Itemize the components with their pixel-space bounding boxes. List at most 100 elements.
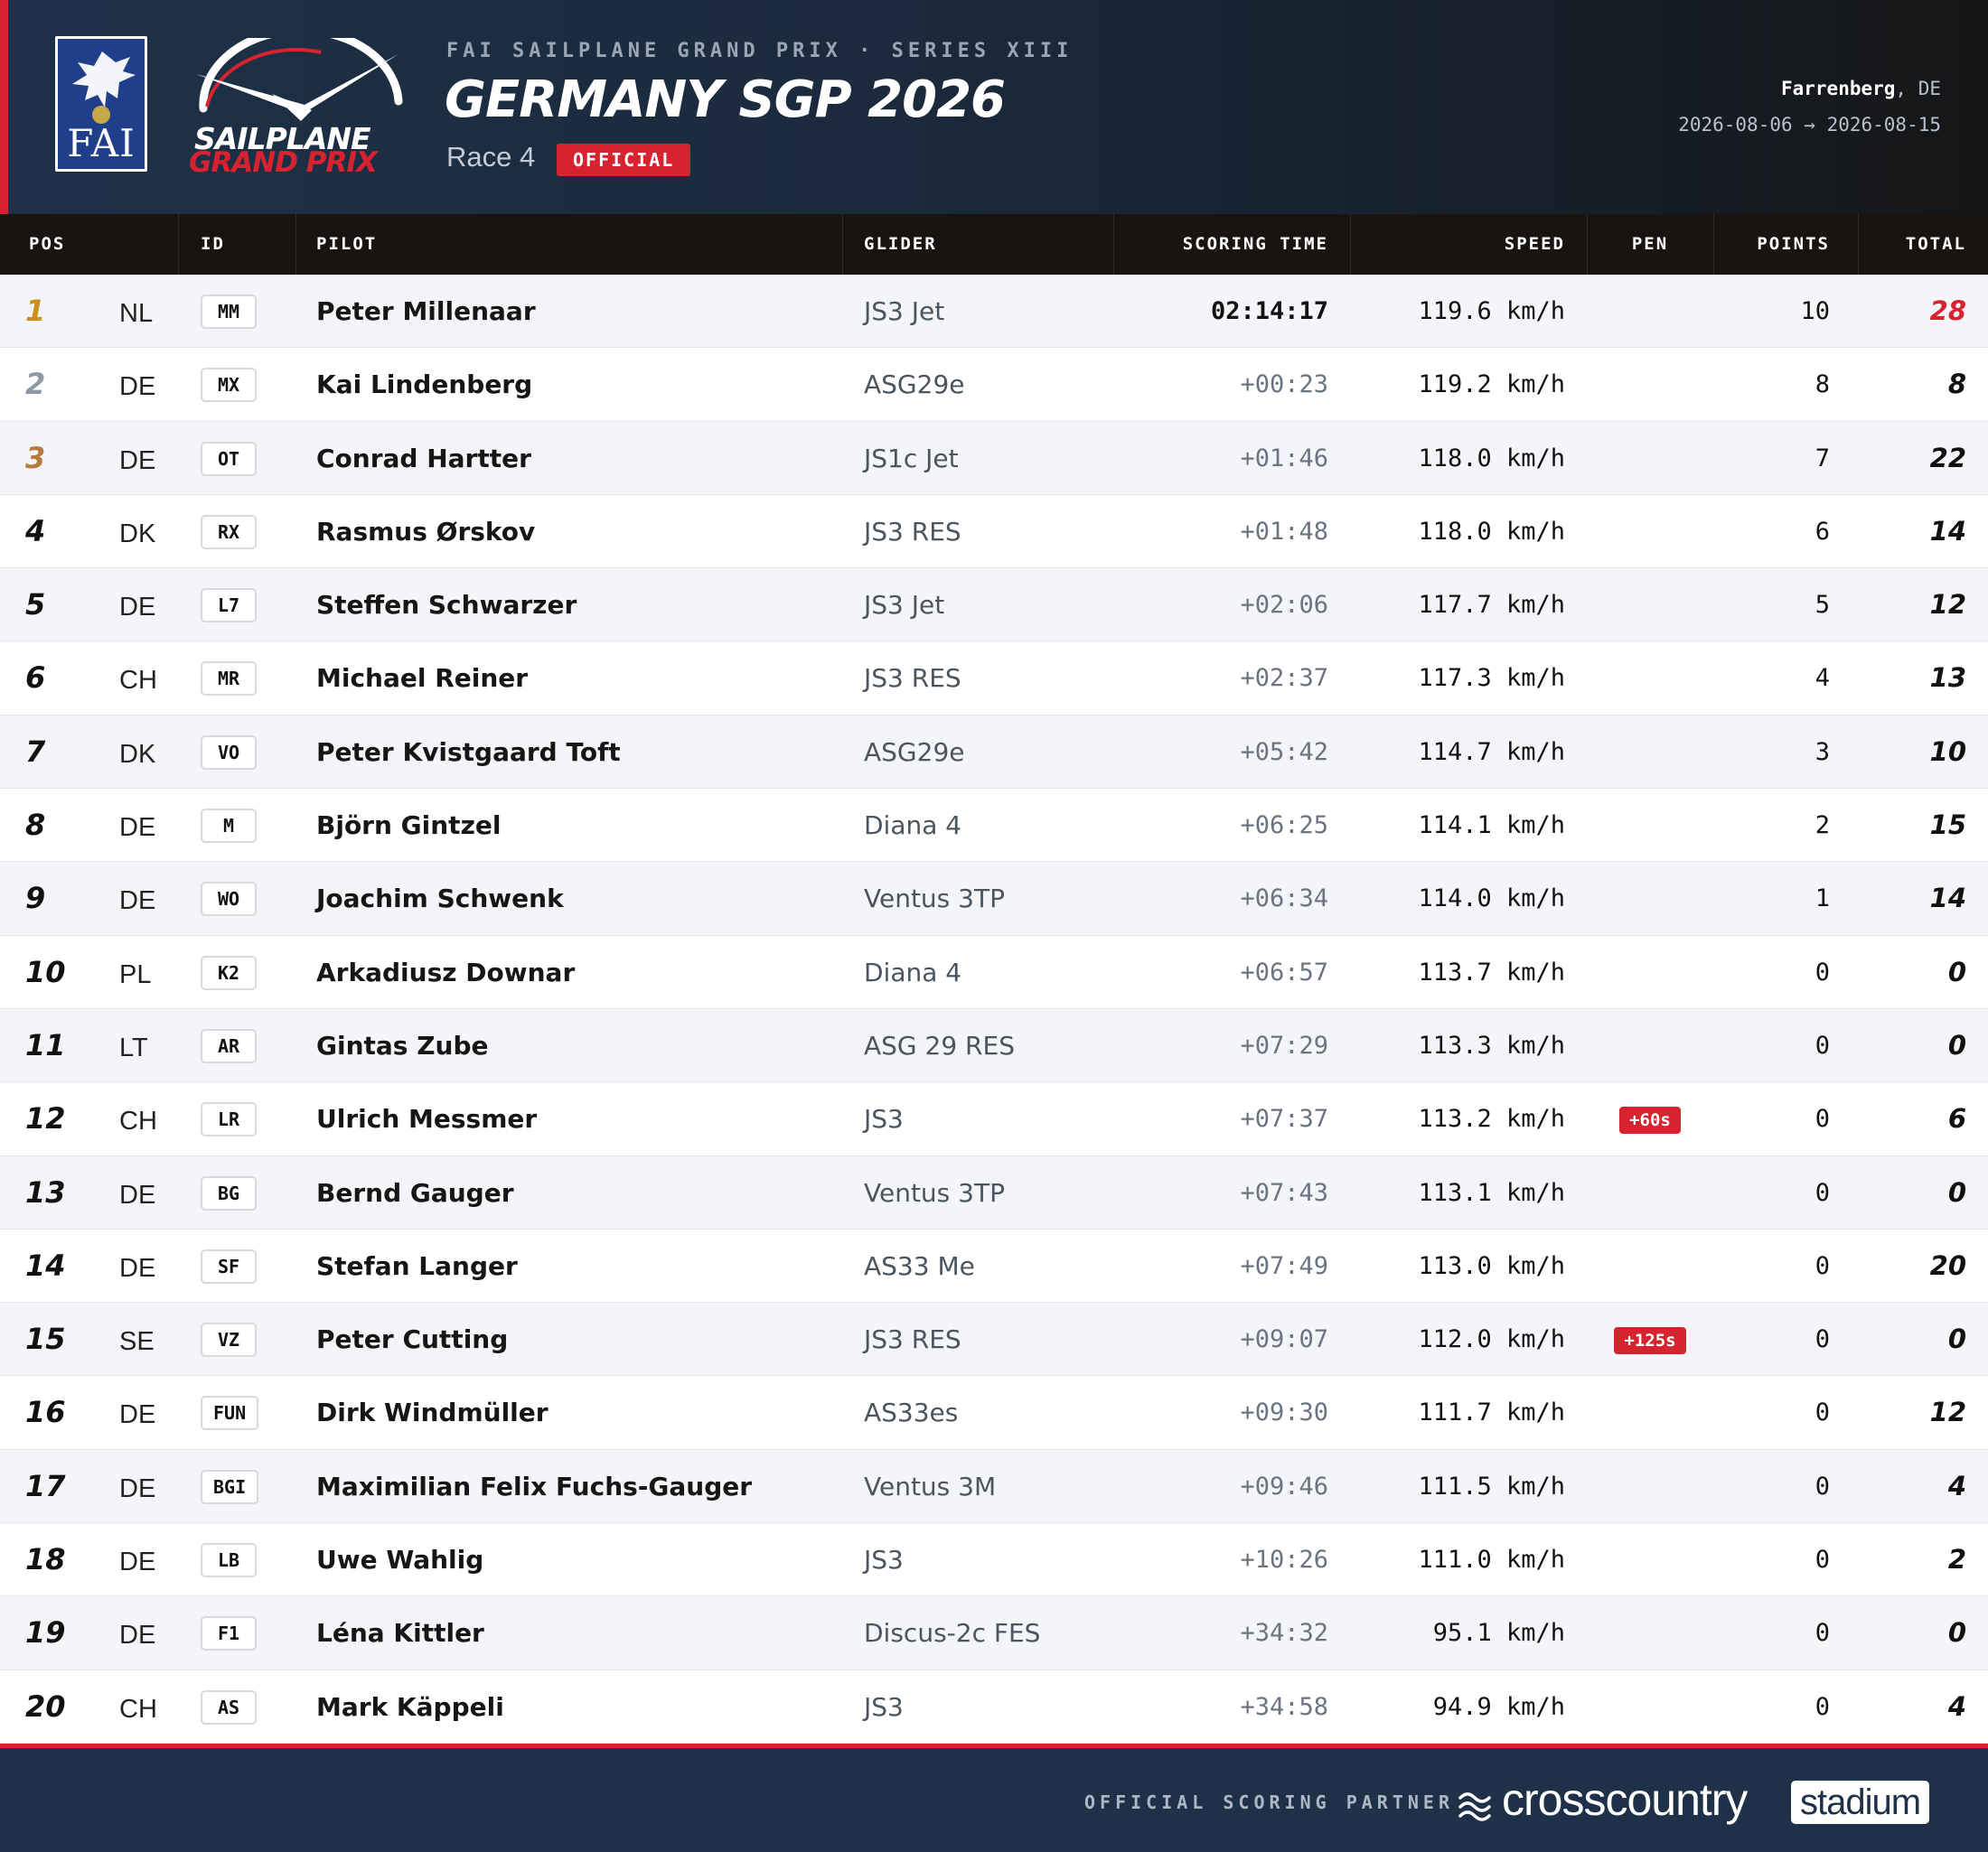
penalty-badge: +125s (1614, 1327, 1686, 1355)
position: 19 (25, 1615, 66, 1651)
table-row[interactable]: 15 SE VZ Peter Cutting JS3 RES +09:07 11… (0, 1303, 1988, 1377)
col-header-scoring-time[interactable]: SCORING TIME (1121, 214, 1328, 275)
nationality: DE (119, 593, 156, 622)
points: 0 (1815, 1472, 1830, 1501)
pilot-name[interactable]: Joachim Schwenk (316, 862, 564, 935)
position: 8 (25, 808, 46, 843)
position: 11 (25, 1027, 66, 1062)
pilot-name[interactable]: Ulrich Messmer (316, 1082, 537, 1155)
crosscountry-logo-text[interactable]: crosscountry (1502, 1773, 1748, 1826)
speed: 119.6 km/h (1418, 297, 1565, 325)
nationality: NL (119, 299, 154, 328)
competition-id-badge: MM (201, 295, 257, 329)
pilot-name[interactable]: Dirk Windmüller (316, 1376, 549, 1449)
table-row[interactable]: 14 DE SF Stefan Langer AS33 Me +07:49 11… (0, 1229, 1988, 1304)
speed: 118.0 km/h (1418, 444, 1565, 472)
speed: 114.7 km/h (1418, 737, 1565, 766)
col-header-points[interactable]: POINTS (1717, 214, 1830, 275)
competition-id: MR (201, 641, 257, 715)
pilot-name[interactable]: Rasmus Ørskov (316, 495, 535, 568)
col-header-id[interactable]: ID (201, 214, 225, 275)
scoring-time: +02:06 (1240, 591, 1328, 620)
stadium-logo-badge[interactable]: stadium (1791, 1781, 1930, 1824)
table-row[interactable]: 5 DE L7 Steffen Schwarzer JS3 Jet +02:06… (0, 568, 1988, 642)
position: 20 (25, 1688, 66, 1724)
table-row[interactable]: 6 CH MR Michael Reiner JS3 RES +02:37 11… (0, 641, 1988, 716)
col-header-pilot[interactable]: PILOT (316, 214, 377, 275)
points: 0 (1815, 958, 1830, 987)
pilot-name[interactable]: Michael Reiner (316, 641, 528, 715)
col-header-speed[interactable]: SPEED (1346, 214, 1565, 275)
status-badge: OFFICIAL (557, 144, 691, 176)
nationality: DE (119, 1253, 156, 1283)
results-table: 1 NL MM Peter Millenaar JS3 Jet 02:14:17… (0, 275, 1988, 1744)
col-divider (178, 214, 179, 275)
table-row[interactable]: 13 DE BG Bernd Gauger Ventus 3TP +07:43 … (0, 1155, 1988, 1230)
competition-id-badge: MX (201, 368, 257, 403)
table-row[interactable]: 3 DE OT Conrad Hartter JS1c Jet +01:46 1… (0, 421, 1988, 495)
speed: 112.0 km/h (1418, 1325, 1565, 1354)
position: 17 (25, 1468, 66, 1503)
speed: 111.0 km/h (1418, 1546, 1565, 1575)
table-row[interactable]: 16 DE FUN Dirk Windmüller AS33es +09:30 … (0, 1376, 1988, 1450)
table-row[interactable]: 20 CH AS Mark Käppeli JS3 +34:58 94.9 km… (0, 1670, 1988, 1744)
scoring-time: +07:29 (1240, 1031, 1328, 1060)
points: 4 (1815, 664, 1830, 693)
nationality: DE (119, 445, 156, 475)
pilot-name[interactable]: Peter Kvistgaard Toft (316, 716, 621, 789)
total-points: 2 (1947, 1544, 1966, 1576)
competition-id-badge: AS (201, 1689, 257, 1725)
scoring-time: 02:14:17 (1210, 297, 1328, 325)
scoring-time: +07:43 (1240, 1178, 1328, 1207)
table-row[interactable]: 8 DE M Björn Gintzel Diana 4 +06:25 114.… (0, 789, 1988, 863)
position: 15 (25, 1322, 66, 1357)
table-row[interactable]: 18 DE LB Uwe Wahlig JS3 +10:26 111.0 km/… (0, 1523, 1988, 1597)
table-row[interactable]: 1 NL MM Peter Millenaar JS3 Jet 02:14:17… (0, 275, 1988, 349)
penalty-badge: +60s (1619, 1107, 1681, 1135)
table-row[interactable]: 9 DE WO Joachim Schwenk Ventus 3TP +06:3… (0, 862, 1988, 936)
nationality: DE (119, 1180, 156, 1210)
table-row[interactable]: 2 DE MX Kai Lindenberg ASG29e +00:23 119… (0, 348, 1988, 422)
pilot-name[interactable]: Björn Gintzel (316, 789, 501, 862)
table-row[interactable]: 4 DK RX Rasmus Ørskov JS3 RES +01:48 118… (0, 494, 1988, 569)
pilot-name[interactable]: Uwe Wahlig (316, 1523, 483, 1596)
table-row[interactable]: 12 CH LR Ulrich Messmer JS3 +07:37 113.2… (0, 1082, 1988, 1156)
position: 12 (25, 1101, 66, 1136)
col-header-pen[interactable]: PEN (1587, 214, 1713, 275)
position: 5 (25, 587, 46, 622)
pilot-name[interactable]: Steffen Schwarzer (316, 568, 577, 641)
col-divider (1713, 214, 1714, 275)
pilot-name[interactable]: Bernd Gauger (316, 1156, 514, 1230)
nationality: CH (119, 1107, 157, 1136)
table-row[interactable]: 7 DK VO Peter Kvistgaard Toft ASG29e +05… (0, 715, 1988, 790)
pilot-name[interactable]: Peter Cutting (316, 1303, 508, 1376)
pilot-name[interactable]: Arkadiusz Downar (316, 936, 575, 1009)
total-points: 13 (1929, 662, 1966, 694)
penalty (1587, 789, 1713, 862)
venue-city: Farrenberg (1780, 78, 1896, 99)
pilot-name[interactable]: Conrad Hartter (316, 422, 531, 495)
total-points: 12 (1929, 589, 1966, 621)
speed: 117.7 km/h (1418, 591, 1565, 620)
pilot-name[interactable]: Mark Käppeli (316, 1670, 504, 1744)
pilot-name[interactable]: Maximilian Felix Fuchs-Gauger (316, 1450, 752, 1523)
pilot-name[interactable]: Léna Kittler (316, 1596, 484, 1670)
speed: 111.5 km/h (1418, 1472, 1565, 1501)
table-row[interactable]: 19 DE F1 Léna Kittler Discus-2c FES +34:… (0, 1596, 1988, 1670)
table-row[interactable]: 11 LT AR Gintas Zube ASG 29 RES +07:29 1… (0, 1008, 1988, 1083)
col-header-glider[interactable]: GLIDER (864, 214, 937, 275)
penalty (1587, 495, 1713, 568)
position: 4 (25, 513, 46, 548)
pilot-name[interactable]: Gintas Zube (316, 1009, 488, 1082)
competition-id: MX (201, 348, 257, 421)
table-row[interactable]: 17 DE BGI Maximilian Felix Fuchs-Gauger … (0, 1449, 1988, 1524)
glider-type: Diana 4 (864, 957, 962, 987)
col-header-pos[interactable]: POS (29, 214, 65, 275)
pilot-name[interactable]: Stefan Langer (316, 1230, 518, 1303)
penalty (1587, 1009, 1713, 1082)
pilot-name[interactable]: Kai Lindenberg (316, 348, 532, 421)
partner-label: OFFICIAL SCORING PARTNER (1084, 1791, 1454, 1813)
table-row[interactable]: 10 PL K2 Arkadiusz Downar Diana 4 +06:57… (0, 935, 1988, 1009)
pilot-name[interactable]: Peter Millenaar (316, 275, 536, 348)
col-header-total[interactable]: TOTAL (1861, 214, 1966, 275)
